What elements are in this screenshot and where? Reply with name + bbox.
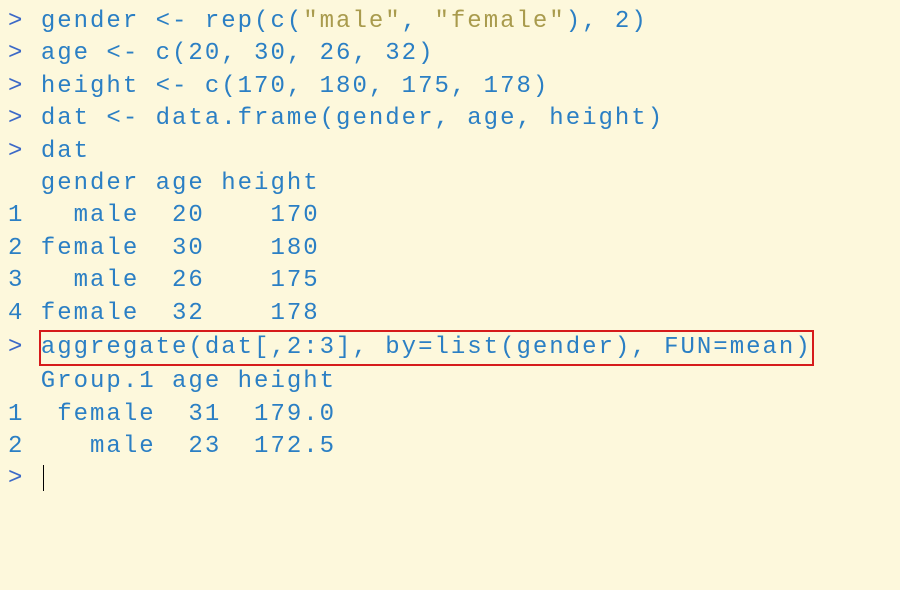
code-line-4: > dat <- data.frame(gender, age, height) [8,103,892,135]
code-line-2: > age <- c(20, 30, 26, 32) [8,38,892,70]
code-text: age <- c(20, 30, 26, 32) [41,40,435,67]
prompt-line[interactable]: > [8,463,892,495]
output-header-2: Group.1 age height [8,366,892,398]
output-row: 2 female 30 180 [8,233,892,265]
code-text: height <- c(170, 180, 175, 178) [41,73,549,100]
prompt: > [8,8,24,35]
highlight-box: aggregate(dat[,2:3], by=list(gender), FU… [39,330,814,366]
code-line-6: > aggregate(dat[,2:3], by=list(gender), … [8,330,892,366]
cursor-icon [43,465,44,491]
prompt: > [8,40,24,67]
prompt: > [8,73,24,100]
code-text: , [402,8,435,35]
prompt: > [8,138,24,165]
code-line-5: > dat [8,136,892,168]
output-row: 4 female 32 178 [8,298,892,330]
string-literal: "female" [434,8,565,35]
code-line-3: > height <- c(170, 180, 175, 178) [8,71,892,103]
code-text: aggregate(dat[,2:3], by=list(gender), FU… [41,334,812,361]
prompt: > [8,105,24,132]
code-line-1: > gender <- rep(c("male", "female"), 2) [8,6,892,38]
output-row: 1 female 31 179.0 [8,399,892,431]
output-row: 3 male 26 175 [8,265,892,297]
code-text: dat [41,138,90,165]
output-header-1: gender age height [8,168,892,200]
output-row: 1 male 20 170 [8,200,892,232]
code-text: ), 2) [566,8,648,35]
code-text: gender <- rep(c( [41,8,303,35]
output-row: 2 male 23 172.5 [8,431,892,463]
code-text: dat <- data.frame(gender, age, height) [41,105,664,132]
prompt: > [8,334,24,361]
string-literal: "male" [303,8,401,35]
prompt: > [8,465,24,492]
